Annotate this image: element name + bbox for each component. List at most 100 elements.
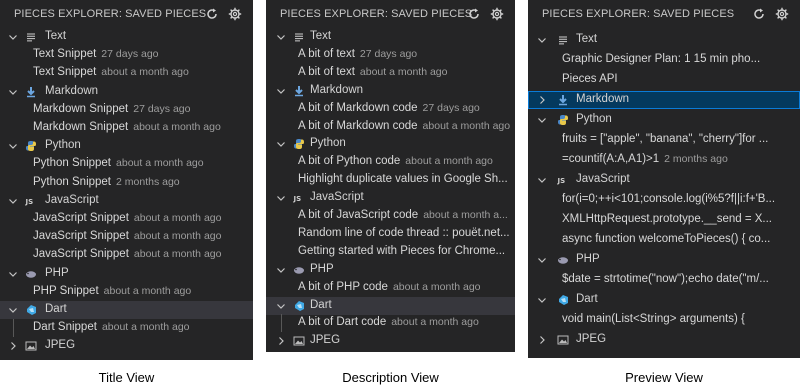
tree-group-markdown[interactable]: Markdown (0, 83, 253, 101)
tree-group-javascript[interactable]: JS JavaScript (0, 192, 253, 210)
list-item[interactable]: Text Snippet 27 days ago (0, 46, 253, 64)
list-item[interactable]: A bit of PHP code about a month ago (266, 279, 515, 297)
list-item[interactable]: async function welcomeToPieces() { co... (528, 231, 800, 249)
tree-group-text[interactable]: Text (0, 28, 253, 46)
list-item[interactable]: Graphic Designer Plan: 1 15 min pho... (528, 51, 800, 69)
chevron-down-icon[interactable] (8, 305, 18, 315)
list-item-content: fruits = ["apple", "banana", "cherry"]fo… (562, 133, 768, 145)
group-label: JavaScript (310, 191, 364, 204)
chevron-down-icon[interactable] (8, 269, 18, 279)
chevron-right-icon[interactable] (537, 95, 547, 105)
tree-group-javascript[interactable]: JS JavaScript (266, 189, 515, 207)
chevron-down-icon[interactable] (276, 193, 286, 203)
item-title: void main(List<String> arguments) { (562, 313, 745, 325)
list-item[interactable]: JavaScript Snippet about a month ago (0, 228, 253, 246)
group-label: PHP (576, 253, 600, 265)
tree-group-jpeg[interactable]: JPEG (528, 331, 800, 349)
tree-group-php[interactable]: PHP (266, 261, 515, 279)
list-item[interactable]: JavaScript Snippet about a month ago (0, 246, 253, 264)
list-item[interactable]: Python Snippet 2 months ago (0, 174, 253, 192)
list-item[interactable]: Markdown Snippet about a month ago (0, 119, 253, 137)
chevron-down-icon[interactable] (537, 295, 547, 305)
tree-group-text[interactable]: Text (528, 31, 800, 49)
list-item[interactable]: A bit of Markdown code 27 days ago (266, 100, 515, 118)
list-item[interactable]: A bit of Markdown code about a month ago (266, 118, 515, 136)
tree-group-dart[interactable]: Dart (528, 291, 800, 309)
list-item[interactable]: =countif(A:A,A1)>1 2 months ago (528, 151, 800, 169)
gear-icon[interactable] (775, 7, 789, 21)
list-item[interactable]: A bit of text about a month ago (266, 64, 515, 82)
chevron-right-icon[interactable] (8, 341, 18, 351)
gear-icon[interactable] (490, 7, 504, 21)
tree-group-python[interactable]: Python (528, 111, 800, 129)
list-item-content: =countif(A:A,A1)>1 2 months ago (562, 153, 728, 165)
list-item[interactable]: Random line of code thread :: pouët.net.… (266, 225, 515, 243)
chevron-down-icon[interactable] (276, 139, 286, 149)
list-item[interactable]: Highlight duplicate values in Google Sh.… (266, 171, 515, 189)
item-timestamp: 27 days ago (359, 47, 418, 60)
tree-group-php[interactable]: PHP (0, 265, 253, 283)
chevron-down-icon[interactable] (8, 32, 18, 42)
gear-icon[interactable] (228, 7, 242, 21)
tree-group-php[interactable]: PHP (528, 251, 800, 269)
js-icon: JS (25, 195, 37, 207)
list-item[interactable]: JavaScript Snippet about a month ago (0, 210, 253, 228)
list-item-content: JavaScript Snippet about a month ago (33, 248, 221, 260)
refresh-icon[interactable] (467, 7, 481, 21)
chevron-down-icon[interactable] (276, 301, 286, 311)
dart-icon (25, 304, 37, 316)
list-item[interactable]: Markdown Snippet 27 days ago (0, 101, 253, 119)
tree-group-markdown[interactable]: Markdown (266, 82, 515, 100)
item-title: $date = strtotime("now");echo date("m/..… (562, 273, 769, 285)
text-icon (557, 34, 569, 46)
image-icon (557, 334, 569, 346)
list-item[interactable]: Pieces API (528, 71, 800, 89)
item-timestamp: about a month ago (116, 157, 204, 170)
group-label: Dart (576, 293, 598, 305)
list-item[interactable]: A bit of Dart code about a month ago (266, 314, 515, 332)
refresh-icon[interactable] (205, 7, 219, 21)
tree-group-jpeg[interactable]: JPEG (266, 332, 515, 350)
list-item[interactable]: Getting started with Pieces for Chrome..… (266, 243, 515, 261)
item-title: Markdown Snippet (33, 121, 129, 133)
svg-text:JS: JS (293, 195, 301, 203)
chevron-right-icon[interactable] (276, 336, 286, 346)
list-item-content: Getting started with Pieces for Chrome..… (298, 245, 505, 257)
list-item[interactable]: $date = strtotime("now");echo date("m/..… (528, 271, 800, 289)
refresh-icon[interactable] (752, 7, 766, 21)
list-item[interactable]: A bit of text 27 days ago (266, 46, 515, 64)
chevron-down-icon[interactable] (276, 265, 286, 275)
chevron-down-icon[interactable] (537, 175, 547, 185)
tree-group-python[interactable]: Python (266, 135, 515, 153)
group-label: PHP (310, 262, 334, 275)
list-item-content: Python Snippet about a month ago (33, 157, 204, 169)
list-item[interactable]: void main(List<String> arguments) { (528, 311, 800, 329)
tree-group-dart[interactable]: Dart (266, 296, 515, 315)
chevron-right-icon[interactable] (537, 335, 547, 345)
item-timestamp: about a month ago (133, 230, 222, 243)
chevron-down-icon[interactable] (8, 141, 18, 151)
group-label: PHP (45, 266, 69, 279)
chevron-down-icon[interactable] (537, 255, 547, 265)
list-item[interactable]: PHP Snippet about a month ago (0, 283, 253, 301)
chevron-down-icon[interactable] (276, 32, 286, 42)
tree-group-python[interactable]: Python (0, 137, 253, 155)
list-item[interactable]: for(i=0;++i<101;console.log(i%5?f||i:f+'… (528, 191, 800, 209)
list-item[interactable]: Dart Snippet about a month ago (0, 319, 253, 337)
list-item[interactable]: A bit of JavaScript code about a month a.… (266, 207, 515, 225)
chevron-down-icon[interactable] (8, 87, 18, 97)
tree-group-dart[interactable]: Dart (0, 301, 253, 319)
tree-group-jpeg[interactable]: JPEG (0, 337, 253, 355)
tree-group-markdown[interactable]: Markdown (528, 91, 800, 109)
chevron-down-icon[interactable] (276, 86, 286, 96)
list-item[interactable]: XMLHttpRequest.prototype.__send = X... (528, 211, 800, 229)
list-item[interactable]: Python Snippet about a month ago (0, 155, 253, 173)
list-item[interactable]: fruits = ["apple", "banana", "cherry"]fo… (528, 131, 800, 149)
chevron-down-icon[interactable] (8, 196, 18, 206)
tree-group-text[interactable]: Text (266, 28, 515, 46)
chevron-down-icon[interactable] (537, 115, 547, 125)
chevron-down-icon[interactable] (537, 35, 547, 45)
list-item[interactable]: Text Snippet about a month ago (0, 64, 253, 82)
tree-group-javascript[interactable]: JS JavaScript (528, 171, 800, 189)
list-item[interactable]: A bit of Python code about a month ago (266, 153, 515, 171)
